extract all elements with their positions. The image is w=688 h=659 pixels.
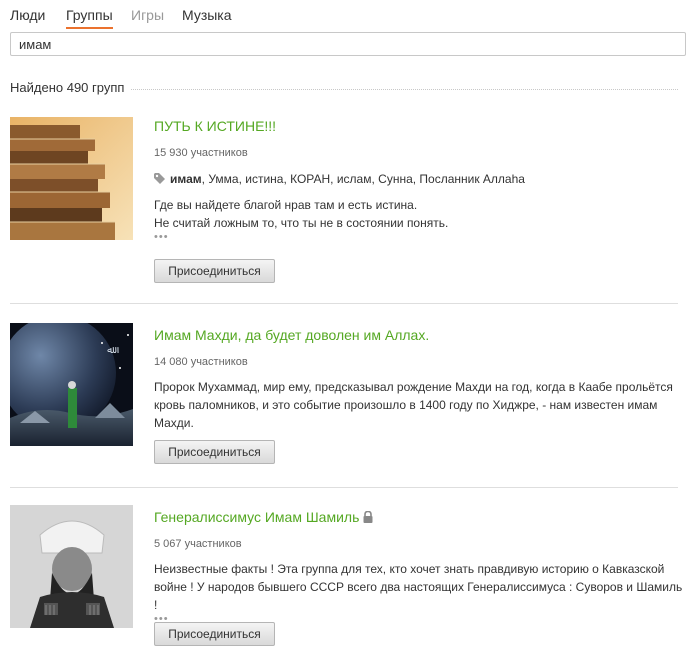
description-line: Неизвестные факты ! Эта группа для тех, … bbox=[154, 562, 665, 576]
results-header: Найдено 490 групп bbox=[10, 80, 678, 96]
group-description: Неизвестные факты ! Эта группа для тех, … bbox=[154, 560, 684, 614]
tab-groups-label: Группы bbox=[66, 7, 113, 23]
portrait-image bbox=[10, 505, 133, 628]
group-thumbnail[interactable] bbox=[10, 117, 133, 240]
description-line: кровь паломников, и это событие произошл… bbox=[154, 398, 658, 412]
results-count: Найдено 490 групп bbox=[10, 80, 131, 95]
group-title-row: Генералиссимус Имам Шамиль bbox=[154, 508, 684, 526]
description-line: войне ! У народов бывшего СССР всего два… bbox=[154, 580, 683, 612]
group-divider bbox=[10, 303, 678, 304]
member-count: 15 930 участников bbox=[154, 147, 248, 159]
member-count: 14 080 участников bbox=[154, 356, 248, 368]
tag-list: , Умма, истина, КОРАН, ислам, Сунна, Пос… bbox=[201, 172, 525, 186]
member-count: 5 067 участников bbox=[154, 538, 242, 550]
description-line: Не считай ложным то, что ты не в состоян… bbox=[154, 216, 449, 230]
group-description: Пророк Мухаммад, мир ему, предсказывал р… bbox=[154, 378, 684, 432]
tab-music[interactable]: Музыка bbox=[182, 6, 232, 24]
group-title[interactable]: Генералиссимус Имам Шамиль bbox=[154, 509, 359, 525]
group-info: ПУТЬ К ИСТИНЕ!!! 15 930 участников имам,… bbox=[154, 117, 684, 243]
tag-icon bbox=[154, 173, 165, 184]
group-info: Генералиссимус Имам Шамиль 5 067 участни… bbox=[154, 505, 684, 625]
tab-games[interactable]: Игры bbox=[131, 6, 164, 24]
group-info: Имам Махди, да будет доволен им Аллах. 1… bbox=[154, 323, 684, 432]
tab-groups[interactable]: Группы bbox=[66, 6, 113, 29]
group-title[interactable]: ПУТЬ К ИСТИНЕ!!! bbox=[154, 117, 684, 135]
group-thumbnail[interactable]: ﷲ bbox=[10, 323, 133, 446]
active-tab-underline bbox=[66, 27, 113, 29]
planet-figure-image: ﷲ bbox=[10, 323, 133, 446]
tag-match[interactable]: имам bbox=[170, 172, 202, 186]
group-card: ﷲ Имам Махди, да будет доволен им Аллах.… bbox=[10, 323, 678, 468]
join-button[interactable]: Присоединиться bbox=[154, 440, 275, 464]
join-button[interactable]: Присоединиться bbox=[154, 622, 275, 646]
group-description: Где вы найдете благой нрав там и есть ис… bbox=[154, 196, 684, 232]
lock-icon bbox=[363, 511, 373, 523]
description-line: Махди. bbox=[154, 416, 194, 430]
group-tags: имам, Умма, истина, КОРАН, ислам, Сунна,… bbox=[154, 171, 684, 187]
search-input[interactable] bbox=[10, 32, 686, 56]
group-thumbnail[interactable] bbox=[10, 505, 133, 628]
tab-people[interactable]: Люди bbox=[10, 6, 45, 24]
description-line: Где вы найдете благой нрав там и есть ис… bbox=[154, 198, 418, 212]
join-button[interactable]: Присоединиться bbox=[154, 259, 275, 283]
group-divider bbox=[10, 487, 678, 488]
group-card: Генералиссимус Имам Шамиль 5 067 участни… bbox=[10, 505, 682, 655]
more-dots[interactable]: ••• bbox=[154, 232, 684, 243]
group-title[interactable]: Имам Махди, да будет доволен им Аллах. bbox=[154, 326, 684, 344]
group-card: ПУТЬ К ИСТИНЕ!!! 15 930 участников имам,… bbox=[10, 117, 678, 283]
stacked-books-image bbox=[10, 117, 133, 240]
description-line: Пророк Мухаммад, мир ему, предсказывал р… bbox=[154, 380, 673, 394]
